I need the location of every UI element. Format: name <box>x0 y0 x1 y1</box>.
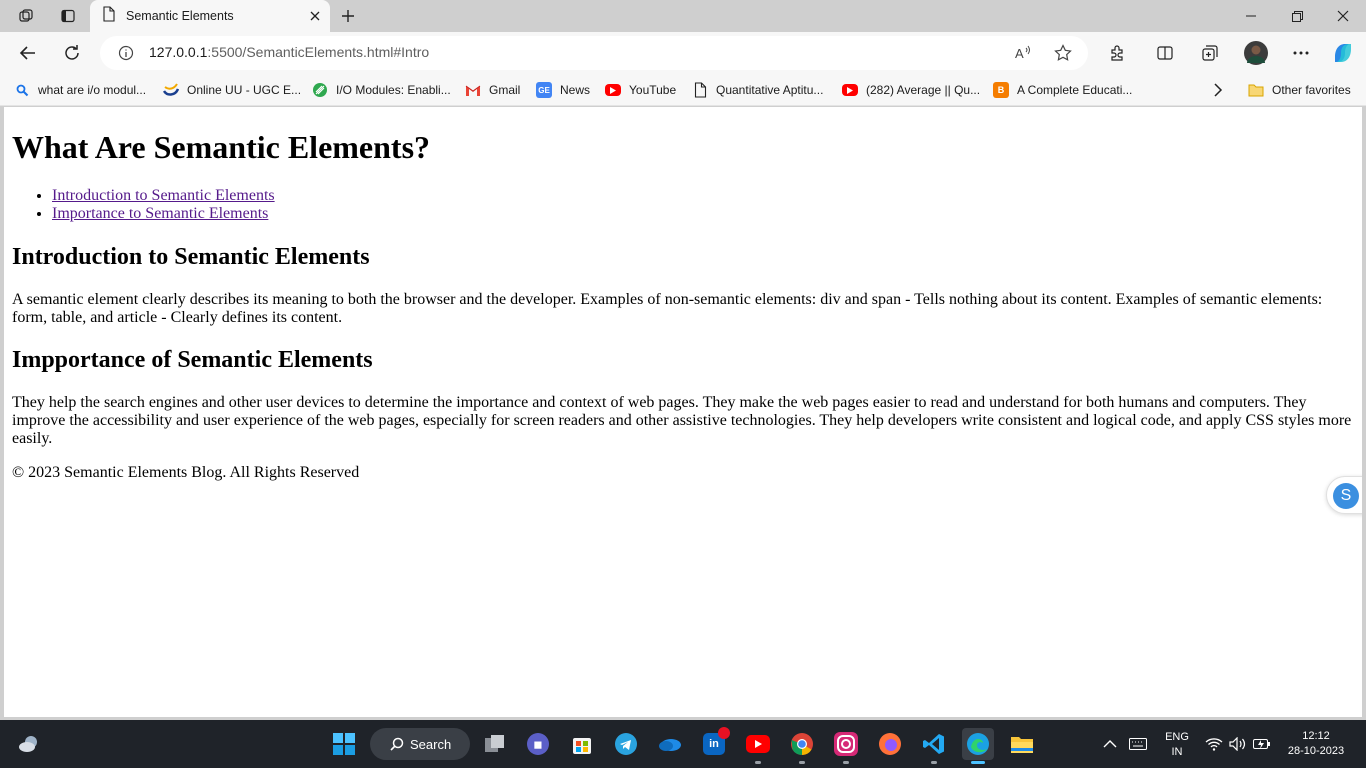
tab-semantic-elements[interactable]: Semantic Elements <box>90 0 330 32</box>
floating-extension-button[interactable]: S <box>1326 476 1362 514</box>
news-icon: GE <box>536 82 552 98</box>
instagram-icon[interactable] <box>830 728 862 764</box>
uu-logo-icon <box>163 82 179 98</box>
chrome-icon[interactable] <box>786 728 818 764</box>
blogger-icon: B <box>993 82 1009 98</box>
section-nav-list: Introduction to Semantic Elements Import… <box>52 187 275 223</box>
floating-badge-icon: S <box>1333 483 1359 509</box>
other-favorites[interactable]: Other favorites <box>1248 81 1351 99</box>
linkedin-icon[interactable]: in <box>698 727 730 760</box>
tab-title: Semantic Elements <box>126 9 234 23</box>
taskbar-search[interactable]: Search <box>370 728 470 760</box>
favorite-item[interactable]: (282) Average || Qu... <box>842 81 980 99</box>
favorite-item[interactable]: Online UU - UGC E... <box>163 81 301 99</box>
split-screen-icon[interactable] <box>1149 38 1181 68</box>
close-tab-icon[interactable] <box>304 5 326 27</box>
tab-strip: Semantic Elements <box>0 0 1366 32</box>
youtube-icon <box>842 84 858 96</box>
page-icon <box>102 5 116 27</box>
restore-button[interactable] <box>1274 0 1320 32</box>
workspaces-icon[interactable] <box>12 4 40 28</box>
profile-avatar[interactable] <box>1240 38 1272 68</box>
search-icon <box>390 737 404 751</box>
page-icon <box>692 82 708 98</box>
store-icon[interactable] <box>566 728 598 760</box>
intro-paragraph: A semantic element clearly describes its… <box>12 291 1323 326</box>
footer-text: © 2023 Semantic Elements Blog. All Right… <box>12 464 360 481</box>
collections-icon[interactable] <box>1194 38 1226 68</box>
importance-link[interactable]: Importance to Semantic Elements <box>52 205 268 222</box>
search-label: Search <box>410 736 452 752</box>
favorites-bar: what are i/o modul... Online UU - UGC E.… <box>0 74 1366 106</box>
extensions-icon[interactable] <box>1101 38 1133 68</box>
favorite-item[interactable]: B A Complete Educati... <box>993 81 1132 99</box>
vertical-tabs-icon[interactable] <box>54 4 82 28</box>
favorite-item[interactable]: Gmail <box>465 81 520 99</box>
gmail-icon <box>465 82 481 98</box>
browser-toolbar: 127.0.0.1:5500/SemanticElements.html#Int… <box>0 32 1366 74</box>
minimize-button[interactable] <box>1228 0 1274 32</box>
taskbar: Search ◼ in ENG IN 12:12 28-10-2023 <box>0 720 1366 768</box>
youtube-icon <box>605 84 621 96</box>
page-title: What Are Semantic Elements? <box>12 129 431 165</box>
vscode-icon[interactable] <box>918 728 950 764</box>
importance-paragraph: They help the search engines and other u… <box>12 394 1352 447</box>
copilot-icon[interactable] <box>1327 38 1359 68</box>
refresh-button[interactable] <box>56 38 88 68</box>
leaf-logo-icon <box>312 82 328 98</box>
page-viewport: What Are Semantic Elements? Introduction… <box>4 107 1362 717</box>
list-item: Importance to Semantic Elements <box>52 205 275 223</box>
notification-badge <box>718 727 730 739</box>
edge-icon[interactable] <box>962 728 994 764</box>
new-tab-button[interactable] <box>334 4 362 28</box>
intro-link[interactable]: Introduction to Semantic Elements <box>52 187 275 204</box>
url-text[interactable]: 127.0.0.1:5500/SemanticElements.html#Int… <box>149 44 429 60</box>
read-aloud-icon[interactable]: A <box>1014 44 1032 67</box>
onedrive-icon[interactable] <box>654 728 686 760</box>
close-window-button[interactable] <box>1320 0 1366 32</box>
search-icon <box>14 82 30 98</box>
favorite-item[interactable]: I/O Modules: Enabli... <box>312 81 451 99</box>
task-view-icon[interactable] <box>479 728 511 760</box>
favorite-item[interactable]: GE News <box>536 81 590 99</box>
list-item: Introduction to Semantic Elements <box>52 187 275 205</box>
svg-text:A: A <box>1015 46 1024 61</box>
address-bar[interactable]: 127.0.0.1:5500/SemanticElements.html#Int… <box>100 36 1088 70</box>
back-button[interactable] <box>12 38 44 68</box>
intro-heading: Introduction to Semantic Elements <box>12 244 370 270</box>
info-icon[interactable] <box>118 45 134 66</box>
file-explorer-icon[interactable] <box>1006 728 1038 760</box>
folder-icon <box>1248 82 1264 98</box>
favorite-item[interactable]: Quantitative Aptitu... <box>692 81 823 99</box>
more-options-icon[interactable] <box>1285 38 1317 68</box>
more-favorites-chevron-icon[interactable] <box>1213 81 1223 99</box>
weather-icon[interactable] <box>13 728 45 760</box>
language-indicator[interactable]: ENG IN <box>1160 730 1194 760</box>
firefox-icon[interactable] <box>874 728 906 760</box>
favorite-item[interactable]: YouTube <box>605 81 676 99</box>
telegram-icon[interactable] <box>610 728 642 760</box>
chat-app-icon[interactable]: ◼ <box>522 728 554 760</box>
clock[interactable]: 12:12 28-10-2023 <box>1284 729 1348 759</box>
start-button[interactable] <box>328 728 360 760</box>
favorite-star-icon[interactable] <box>1054 44 1072 67</box>
importance-heading: Impportance of Semantic Elements <box>12 347 373 373</box>
battery-icon[interactable] <box>1246 728 1278 760</box>
favorite-item[interactable]: what are i/o modul... <box>14 81 146 99</box>
keyboard-icon[interactable] <box>1122 728 1154 760</box>
youtube-icon[interactable] <box>742 728 774 764</box>
